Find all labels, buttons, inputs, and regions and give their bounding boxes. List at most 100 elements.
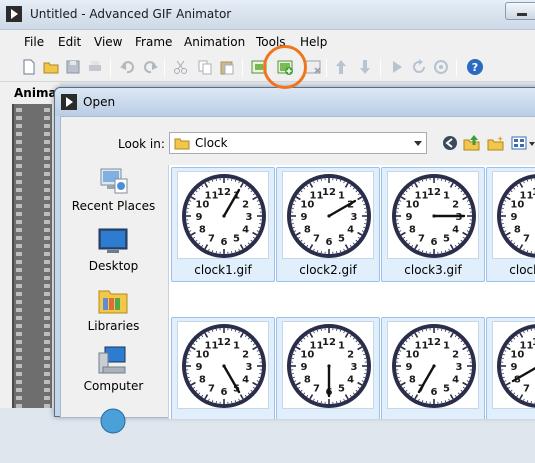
file-tile[interactable]: 121234567891011clock3.gif [381, 167, 485, 282]
file-tile[interactable]: 121234567891011clock2.gif [276, 167, 380, 282]
dial-number: 2 [452, 200, 459, 211]
clock-face-icon: 121234567891011 [493, 172, 535, 259]
place-computer[interactable]: Computer [61, 345, 166, 403]
file-tile[interactable]: 121234567891011clock1.gif [171, 167, 275, 282]
chevron-down-icon [414, 141, 422, 146]
place-network[interactable] [61, 405, 166, 463]
dial-number: 11 [310, 190, 324, 201]
dial-number: 8 [514, 225, 521, 236]
place-desktop[interactable]: Desktop [61, 225, 166, 283]
menu-animation[interactable]: Animation [184, 35, 245, 49]
dial-number: 6 [326, 237, 333, 248]
paste-icon[interactable] [218, 58, 236, 76]
open-folder-icon[interactable] [42, 58, 60, 76]
cut-icon[interactable] [172, 58, 190, 76]
dial-number: 3 [456, 362, 463, 373]
move-down-icon[interactable] [356, 58, 374, 76]
print-icon[interactable] [86, 58, 104, 76]
dial-number: 5 [443, 384, 450, 395]
menu-help[interactable]: Help [300, 35, 327, 49]
main-titlebar: Untitled - Advanced GIF Animator [0, 0, 535, 30]
dial-number: 1 [443, 190, 450, 201]
menu-bar: File Edit View Frame Animation Tools Hel… [0, 30, 535, 54]
dialog-titlebar[interactable]: Open [55, 88, 535, 116]
new-folder-icon[interactable] [487, 134, 505, 152]
dial-number: 11 [205, 340, 219, 351]
dial-number: 8 [304, 375, 311, 386]
new-file-icon[interactable] [20, 58, 38, 76]
dial-number: 6 [221, 387, 228, 398]
dial-number: 1 [338, 190, 345, 201]
dial-number: 8 [199, 375, 206, 386]
file-tile[interactable]: 121234567891011 [381, 317, 485, 419]
clock-face-icon: 121234567891011 [178, 172, 269, 259]
dial-number: 2 [452, 350, 459, 361]
menu-edit[interactable]: Edit [58, 35, 81, 49]
places-bar: Recent Places Desktop Libraries Computer [61, 165, 166, 419]
back-icon[interactable] [441, 134, 459, 152]
file-name: clock4.gif [487, 263, 535, 277]
move-up-icon[interactable] [332, 58, 350, 76]
file-name: clock1.gif [172, 263, 274, 277]
menu-view[interactable]: View [94, 35, 122, 49]
dial-number: 12 [322, 187, 336, 198]
libraries-icon [97, 285, 129, 317]
view-menu-icon[interactable] [511, 134, 535, 152]
file-tile[interactable]: 121234567891011 clock4.gif [486, 167, 535, 282]
up-folder-icon[interactable] [463, 134, 481, 152]
dial-number: 9 [196, 362, 203, 373]
place-label: Desktop [61, 259, 166, 273]
dialog-title: Open [83, 95, 115, 109]
dial-number: 11 [520, 340, 534, 351]
dial-number: 4 [242, 225, 249, 236]
look-in-label: Look in: [118, 137, 165, 151]
clock-face-icon: 121234567891011 [388, 172, 479, 259]
dial-number: 9 [511, 212, 518, 223]
place-libraries[interactable]: Libraries [61, 285, 166, 343]
dial-number: 8 [409, 375, 416, 386]
dial-number: 5 [443, 234, 450, 245]
clock-thumbnail: 121234567891011 [492, 321, 535, 409]
help-icon[interactable]: ? [466, 58, 484, 76]
copy-icon[interactable] [196, 58, 214, 76]
dial-number: 5 [338, 384, 345, 395]
place-recent-places[interactable]: Recent Places [61, 165, 166, 223]
dial-number: 3 [351, 362, 358, 373]
place-label: Libraries [61, 319, 166, 333]
minimize-button[interactable] [505, 2, 535, 20]
film-strip[interactable] [12, 104, 52, 408]
dial-number: 12 [427, 337, 441, 348]
menu-file[interactable]: File [24, 35, 44, 49]
play-icon[interactable] [388, 58, 406, 76]
menu-frame[interactable]: Frame [135, 35, 172, 49]
rewind-icon[interactable] [410, 58, 428, 76]
redo-icon[interactable] [142, 58, 160, 76]
clock-face-icon: 121234567891011 [388, 322, 479, 409]
clock-thumbnail: 121234567891011 [387, 171, 479, 259]
dial-number: 3 [246, 212, 253, 223]
stop-icon[interactable] [432, 58, 450, 76]
file-list[interactable]: 121234567891011 clock1.gif 121234567891011… [168, 165, 535, 419]
dial-number: 9 [406, 212, 413, 223]
save-icon[interactable] [64, 58, 82, 76]
computer-icon [97, 345, 129, 377]
dial-number: 7 [313, 384, 320, 395]
svg-text:?: ? [472, 61, 478, 74]
file-tile[interactable]: 121234567891011 [171, 317, 275, 419]
dial-number: 3 [351, 212, 358, 223]
file-name: clock3.gif [382, 263, 484, 277]
dial-number: 3 [456, 212, 463, 223]
clock-thumbnail: 121234567891011 [177, 171, 269, 259]
toolbar-separator [456, 59, 457, 77]
file-tile[interactable]: 121234567891011 [486, 317, 535, 419]
dial-number: 2 [242, 200, 249, 211]
look-in-dropdown[interactable]: Clock [169, 132, 427, 154]
file-tile[interactable]: 121234567891011 [276, 317, 380, 419]
dial-number: 11 [415, 190, 429, 201]
dial-number: 11 [205, 190, 219, 201]
undo-icon[interactable] [118, 58, 136, 76]
clock-thumbnail: 121234567891011 [492, 171, 535, 259]
clock-face-icon: 121234567891011 [283, 172, 374, 259]
dial-number: 4 [347, 375, 354, 386]
toolbar-separator [326, 59, 327, 77]
